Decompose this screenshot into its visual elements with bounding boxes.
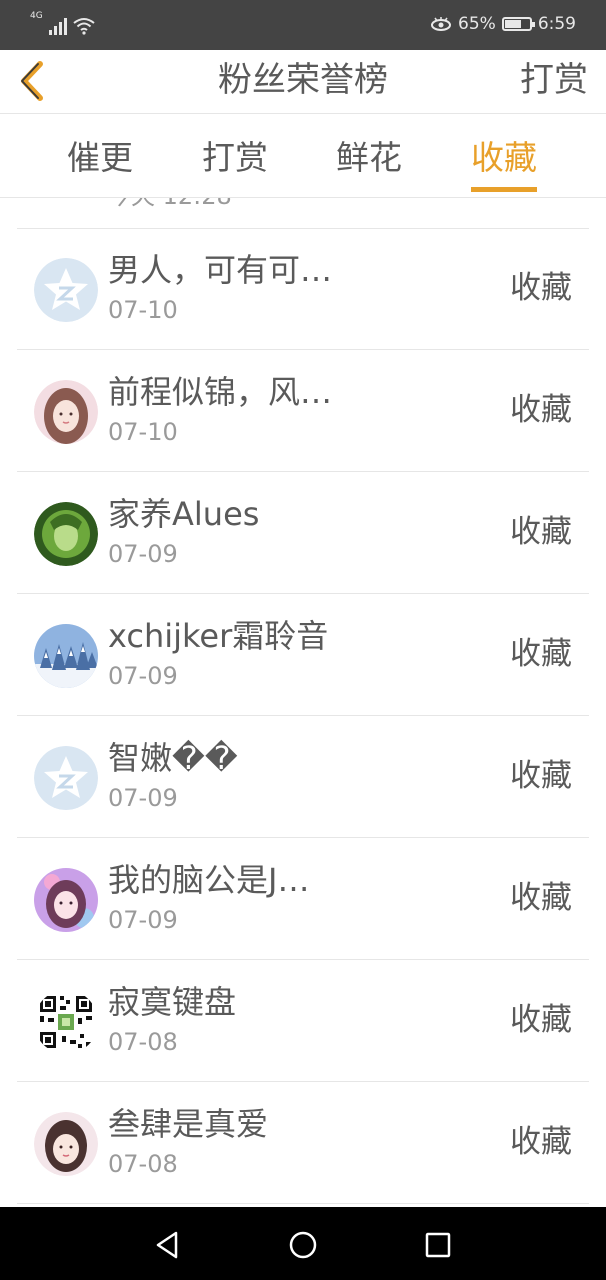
user-name: 前程似锦，风… bbox=[108, 373, 333, 411]
square-recents-icon[interactable] bbox=[420, 1227, 456, 1263]
list-item[interactable]: xchijker霜聆音 07-09 收藏 bbox=[17, 594, 589, 716]
list-item[interactable]: 叁肆是真爱 07-08 收藏 bbox=[17, 1082, 589, 1204]
eye-comfort-icon bbox=[431, 17, 452, 31]
item-date: 07-09 bbox=[108, 906, 178, 934]
girl-photo-avatar bbox=[34, 380, 98, 444]
default-star-avatar bbox=[34, 746, 98, 810]
tab-favorites[interactable]: 收藏 bbox=[471, 136, 537, 192]
battery-percent: 65% bbox=[458, 14, 496, 34]
reward-link[interactable]: 打赏 bbox=[520, 58, 588, 102]
tab-flowers[interactable]: 鲜花 bbox=[336, 136, 402, 180]
tab-label: 催更 bbox=[67, 138, 133, 177]
system-nav-bar bbox=[0, 1207, 606, 1280]
tab-label: 打赏 bbox=[202, 138, 268, 177]
user-name: 叁肆是真爱 bbox=[108, 1105, 269, 1143]
default-star-avatar bbox=[34, 258, 98, 322]
item-date: 今天 12:28 bbox=[107, 198, 232, 211]
tab-urge[interactable]: 催更 bbox=[67, 136, 133, 180]
battery-icon bbox=[501, 17, 535, 31]
list-item[interactable]: 前程似锦，风… 07-10 收藏 bbox=[17, 350, 589, 472]
triangle-back-icon[interactable] bbox=[150, 1227, 186, 1263]
user-name: 智嫩�� bbox=[108, 739, 238, 777]
list-item[interactable]: 今天 12:28 bbox=[17, 198, 589, 229]
signal-icon bbox=[48, 17, 67, 35]
user-name: 我的脑公是J… bbox=[108, 861, 310, 899]
user-name: 家养Alues bbox=[108, 495, 260, 533]
header-bar: 粉丝荣誉榜 打赏 bbox=[0, 50, 606, 114]
list-item[interactable]: 寂寞键盘 07-08 收藏 bbox=[17, 960, 589, 1082]
list-item[interactable]: 智嫩�� 07-09 收藏 bbox=[17, 716, 589, 838]
action-label: 收藏 bbox=[510, 758, 572, 794]
network-type: 4G bbox=[30, 11, 43, 21]
item-date: 07-09 bbox=[108, 784, 178, 812]
item-date: 07-08 bbox=[108, 1150, 178, 1178]
favorites-list: 今天 12:28 男人，可有可… 07-10 收藏 前程似锦，风… 07-10 … bbox=[0, 198, 606, 1207]
action-label: 收藏 bbox=[510, 514, 572, 550]
circle-home-icon[interactable] bbox=[285, 1227, 321, 1263]
page-title: 粉丝荣誉榜 bbox=[218, 60, 388, 100]
girl-photo-avatar bbox=[34, 1112, 98, 1176]
tab-bar: 催更 打赏 鲜花 收藏 bbox=[0, 114, 606, 198]
tab-label: 收藏 bbox=[471, 138, 537, 177]
item-date: 07-09 bbox=[108, 662, 178, 690]
status-right: 65% 6:59 bbox=[430, 14, 576, 34]
list-item[interactable]: 我的脑公是J… 07-09 收藏 bbox=[17, 838, 589, 960]
action-label: 收藏 bbox=[510, 270, 572, 306]
action-label: 收藏 bbox=[510, 880, 572, 916]
item-date: 07-10 bbox=[108, 296, 178, 324]
user-name: xchijker霜聆音 bbox=[108, 617, 329, 655]
wifi-icon bbox=[73, 18, 95, 35]
action-label: 收藏 bbox=[510, 392, 572, 428]
list-item[interactable]: 男人，可有可… 07-10 收藏 bbox=[17, 228, 589, 350]
snow-trees-avatar bbox=[34, 624, 98, 688]
item-date: 07-08 bbox=[108, 1028, 178, 1056]
status-left: 4G bbox=[30, 12, 95, 35]
user-name: 男人，可有可… bbox=[108, 251, 333, 289]
qr-code-avatar bbox=[34, 990, 98, 1054]
pink-girl-avatar bbox=[34, 868, 98, 932]
action-label: 收藏 bbox=[510, 636, 572, 672]
clock: 6:59 bbox=[537, 14, 576, 34]
action-label: 收藏 bbox=[510, 1124, 572, 1160]
item-date: 07-09 bbox=[108, 540, 178, 568]
action-label: 收藏 bbox=[510, 1002, 572, 1038]
user-name: 寂寞键盘 bbox=[108, 983, 237, 1021]
item-date: 07-10 bbox=[108, 418, 178, 446]
active-tab-indicator bbox=[471, 187, 537, 192]
status-bar: 4G 65% 6:59 bbox=[0, 0, 606, 50]
list-item[interactable]: 家养Alues 07-09 收藏 bbox=[17, 472, 589, 594]
tab-label: 鲜花 bbox=[336, 138, 402, 177]
tab-reward[interactable]: 打赏 bbox=[202, 136, 268, 180]
green-portrait-avatar bbox=[34, 502, 98, 566]
